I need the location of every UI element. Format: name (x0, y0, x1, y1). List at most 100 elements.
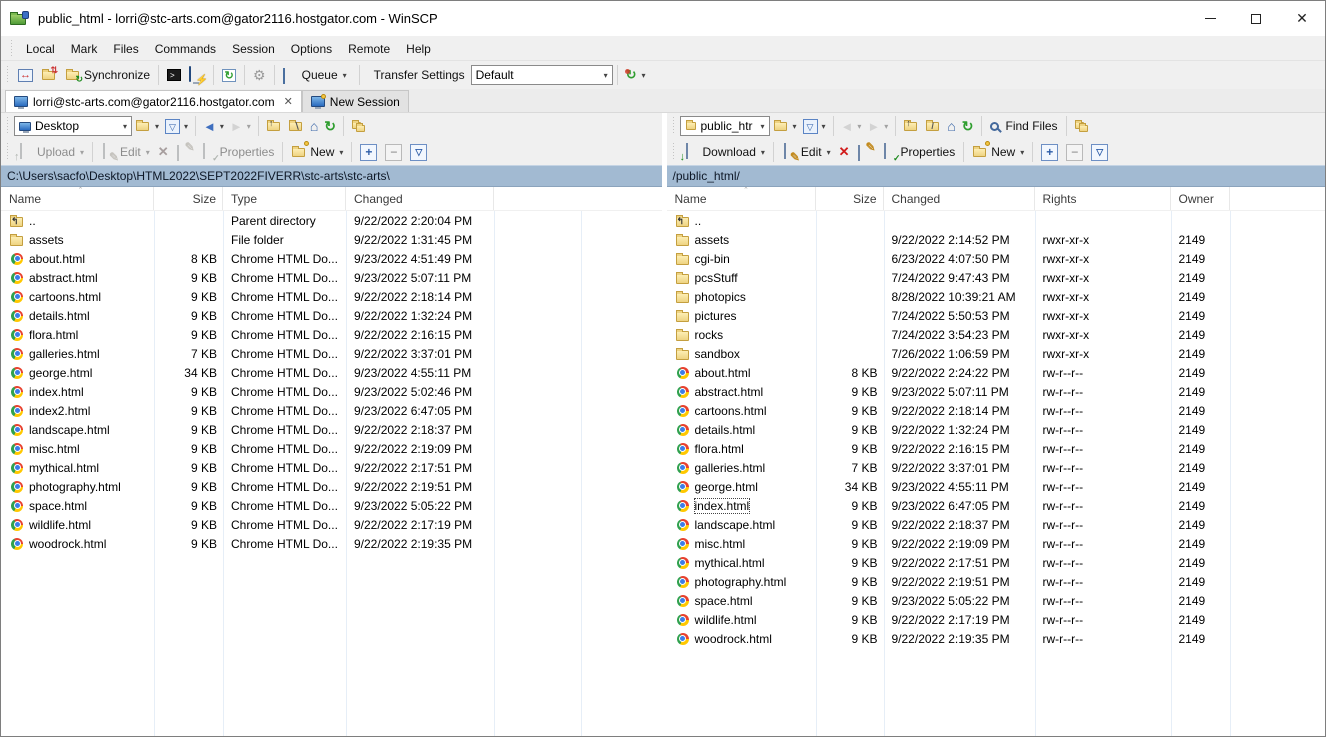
remote-selection-filter-button[interactable]: ▽ (1087, 141, 1112, 163)
remote-unselect-button[interactable]: − (1062, 141, 1087, 163)
file-row[interactable]: landscape.html9 KBChrome HTML Do...9/22/… (1, 420, 662, 439)
minimize-button[interactable] (1187, 1, 1233, 36)
menu-item-mark[interactable]: Mark (63, 39, 106, 59)
file-row[interactable]: rocks7/24/2022 3:54:23 PMrwxr-xr-x2149 (667, 325, 1326, 344)
remote-delete-button[interactable]: ✕ (835, 141, 854, 163)
file-row[interactable]: about.html8 KBChrome HTML Do...9/23/2022… (1, 249, 662, 268)
local-rename-button[interactable]: ✎ (173, 141, 197, 163)
column-header-owner[interactable]: Owner (1171, 187, 1230, 210)
file-row[interactable]: galleries.html7 KB9/22/2022 3:37:01 PMrw… (667, 458, 1326, 477)
file-row[interactable]: ↰..Parent directory9/22/2022 2:20:04 PM (1, 211, 662, 230)
file-row[interactable]: abstract.html9 KBChrome HTML Do...9/23/2… (1, 268, 662, 287)
file-row[interactable]: misc.html9 KB9/22/2022 2:19:09 PMrw-r--r… (667, 534, 1326, 553)
file-row[interactable]: wildlife.html9 KBChrome HTML Do...9/22/2… (1, 515, 662, 534)
local-path-bar[interactable]: C:\Users\sacfo\Desktop\HTML2022\SEPT2022… (1, 165, 662, 187)
file-row[interactable]: woodrock.html9 KB9/22/2022 2:19:35 PMrw-… (667, 629, 1326, 648)
column-header-size[interactable]: Size (154, 187, 223, 210)
menu-item-local[interactable]: Local (18, 39, 63, 59)
local-home-directory-button[interactable]: ⌂ (307, 115, 321, 137)
local-parent-directory-button[interactable]: ↑ (263, 115, 285, 137)
remote-select-button[interactable]: + (1037, 141, 1062, 163)
file-row[interactable]: cartoons.html9 KBChrome HTML Do...9/22/2… (1, 287, 662, 306)
remote-edit-button[interactable]: ✎ Edit ▾ (778, 141, 835, 163)
remote-properties-button[interactable]: ✓ Properties (878, 141, 960, 163)
local-open-directory-button[interactable]: ▾ (132, 115, 162, 137)
file-row[interactable]: landscape.html9 KB9/22/2022 2:18:37 PMrw… (667, 515, 1326, 534)
column-header-changed[interactable]: Changed (346, 187, 494, 210)
file-row[interactable]: pictures7/24/2022 5:50:53 PMrwxr-xr-x214… (667, 306, 1326, 325)
remote-path-bar[interactable]: /public_html/ (667, 165, 1326, 187)
local-unselect-button[interactable]: − (381, 141, 406, 163)
open-terminal-button[interactable]: > (163, 64, 185, 86)
column-header-type[interactable]: Type (223, 187, 346, 210)
file-row[interactable]: space.html9 KB9/23/2022 5:05:22 PMrw-r--… (667, 591, 1326, 610)
local-back-button[interactable]: ◄▾ (200, 115, 227, 137)
remote-location-select[interactable]: public_htr ▾ (680, 116, 770, 136)
local-new-button[interactable]: New ▾ (287, 141, 347, 163)
local-selection-filter-button[interactable]: ▽ (406, 141, 431, 163)
file-row[interactable]: about.html8 KB9/22/2022 2:24:22 PMrw-r--… (667, 363, 1326, 382)
file-row[interactable]: misc.html9 KBChrome HTML Do...9/22/2022 … (1, 439, 662, 458)
remote-parent-directory-button[interactable]: ↑ (900, 115, 922, 137)
file-row[interactable]: cartoons.html9 KB9/22/2022 2:18:14 PMrw-… (667, 401, 1326, 420)
file-row[interactable]: assets9/22/2022 2:14:52 PMrwxr-xr-x2149 (667, 230, 1326, 249)
transfer-settings-select[interactable]: Default ▾ (471, 65, 613, 85)
menu-item-help[interactable]: Help (398, 39, 439, 59)
file-row[interactable]: mythical.html9 KB9/22/2022 2:17:51 PMrw-… (667, 553, 1326, 572)
file-row[interactable]: galleries.html7 KBChrome HTML Do...9/22/… (1, 344, 662, 363)
file-row[interactable]: woodrock.html9 KBChrome HTML Do...9/22/2… (1, 534, 662, 553)
remote-new-button[interactable]: New ▾ (968, 141, 1028, 163)
local-refresh-button[interactable]: ↻ (321, 115, 339, 137)
local-edit-button[interactable]: ✎ Edit ▾ (97, 141, 154, 163)
file-row[interactable]: cgi-bin6/23/2022 4:07:50 PMrwxr-xr-x2149 (667, 249, 1326, 268)
local-forward-button[interactable]: ►▾ (227, 115, 254, 137)
remote-root-directory-button[interactable]: / (922, 115, 944, 137)
session-tab-new-session[interactable]: New Session (302, 90, 409, 112)
file-row[interactable]: details.html9 KBChrome HTML Do...9/22/20… (1, 306, 662, 325)
column-header-name[interactable]: Nameˆ (667, 187, 816, 210)
compare-directories-button[interactable] (14, 64, 37, 86)
preferences-button[interactable]: ⚙ (249, 64, 270, 86)
local-filter-button[interactable]: ▽▾ (162, 115, 191, 137)
file-row[interactable]: index2.html9 KBChrome HTML Do...9/23/202… (1, 401, 662, 420)
file-row[interactable]: flora.html9 KBChrome HTML Do...9/22/2022… (1, 325, 662, 344)
remote-forward-button[interactable]: ►▾ (864, 115, 891, 137)
menu-item-commands[interactable]: Commands (147, 39, 224, 59)
file-row[interactable]: index.html9 KB9/23/2022 6:47:05 PMrw-r--… (667, 496, 1326, 515)
remote-follow-symlink-button[interactable] (1071, 115, 1093, 137)
menu-item-session[interactable]: Session (224, 39, 283, 59)
close-button[interactable]: ✕ (1279, 1, 1325, 36)
local-open-in-explorer-button[interactable] (348, 115, 370, 137)
remote-home-directory-button[interactable]: ⌂ (944, 115, 958, 137)
file-row[interactable]: flora.html9 KB9/22/2022 2:16:15 PMrw-r--… (667, 439, 1326, 458)
file-row[interactable]: wildlife.html9 KB9/22/2022 2:17:19 PMrw-… (667, 610, 1326, 629)
upload-button[interactable]: ↑ Upload ▾ (14, 141, 88, 163)
remote-back-button[interactable]: ◄▾ (838, 115, 865, 137)
column-header-changed[interactable]: Changed (884, 187, 1035, 210)
column-header-size[interactable]: Size (816, 187, 884, 210)
column-header-name[interactable]: Nameˆ (1, 187, 154, 210)
synchronize-browsing-button[interactable]: ⇅ (37, 64, 61, 86)
remote-filter-button[interactable]: ▽▾ (800, 115, 829, 137)
file-row[interactable]: pcsStuff7/24/2022 9:47:43 PMrwxr-xr-x214… (667, 268, 1326, 287)
file-row[interactable]: details.html9 KB9/22/2022 1:32:24 PMrw-r… (667, 420, 1326, 439)
local-properties-button[interactable]: ✓ Properties (197, 141, 279, 163)
file-row[interactable]: space.html9 KBChrome HTML Do...9/23/2022… (1, 496, 662, 515)
find-files-button[interactable]: Find Files (986, 115, 1062, 137)
local-select-button[interactable]: + (356, 141, 381, 163)
menu-item-remote[interactable]: Remote (340, 39, 398, 59)
file-row[interactable]: assetsFile folder9/22/2022 1:31:45 PM (1, 230, 662, 249)
maximize-button[interactable] (1233, 1, 1279, 36)
session-tab-active[interactable]: lorri@stc-arts.com@gator2116.hostgator.c… (5, 90, 302, 112)
open-console-button[interactable]: ⚡ (185, 64, 209, 86)
queue-button[interactable]: Queue ▾ (279, 64, 351, 86)
menu-item-options[interactable]: Options (283, 39, 340, 59)
local-delete-button[interactable]: ✕ (154, 141, 173, 163)
synchronize-button[interactable]: ↻ Synchronize (61, 64, 154, 86)
file-row[interactable]: sandbox7/26/2022 1:06:59 PMrwxr-xr-x2149 (667, 344, 1326, 363)
remote-open-directory-button[interactable]: ▾ (770, 115, 800, 137)
refresh-session-button[interactable]: ↻ (218, 64, 240, 86)
file-row[interactable]: photography.html9 KB9/22/2022 2:19:51 PM… (667, 572, 1326, 591)
file-row[interactable]: ↰.. (667, 211, 1326, 230)
close-tab-icon[interactable]: ✕ (284, 95, 293, 108)
